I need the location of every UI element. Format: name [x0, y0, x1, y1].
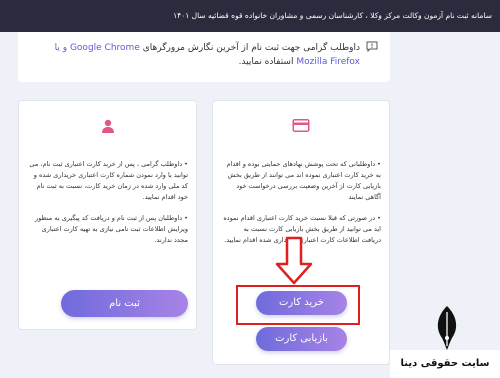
register-button[interactable]: ثبت نام	[61, 290, 188, 317]
register-info-paragraph-1: • داوطلب گرامی ، پس از خرید کارت اعتباری…	[29, 160, 188, 201]
user-icon	[101, 119, 114, 133]
quill-logo-icon	[437, 306, 457, 350]
purchase-info-paragraph-1: • داوطلبانی که تحت پوشش نهادهای حمایتی ب…	[226, 160, 381, 201]
register-card: • داوطلب گرامی ، پس از خرید کارت اعتباری…	[18, 100, 197, 330]
retrieve-card-button[interactable]: بازیابی کارت	[256, 327, 347, 351]
chat-alert-icon	[366, 41, 378, 52]
notice-text-start: داوطلب گرامی جهت ثبت نام از آخرین نگارش …	[139, 43, 360, 53]
down-arrow-icon	[275, 236, 313, 285]
credit-card-icon	[292, 119, 310, 132]
site-title: سامانه ثبت نام آزمون وکالت مرکز وکلا ، ک…	[173, 11, 492, 20]
highlight-box	[236, 285, 360, 325]
browser-notice: داوطلب گرامی جهت ثبت نام از آخرین نگارش …	[18, 32, 390, 82]
notice-text-end: استفاده نمایید.	[238, 57, 297, 67]
card-purchase-card: • داوطلبانی که تحت پوشش نهادهای حمایتی ب…	[212, 100, 390, 365]
register-info-paragraph-2: • داوطلبان پس از ثبت نام و دریافت کد پیگ…	[35, 214, 188, 244]
site-watermark: سایت حقوقی دینا	[390, 350, 500, 378]
notice-message: داوطلب گرامی جهت ثبت نام از آخرین نگارش …	[42, 41, 360, 69]
header-bar: سامانه ثبت نام آزمون وکالت مرکز وکلا ، ک…	[0, 0, 500, 32]
